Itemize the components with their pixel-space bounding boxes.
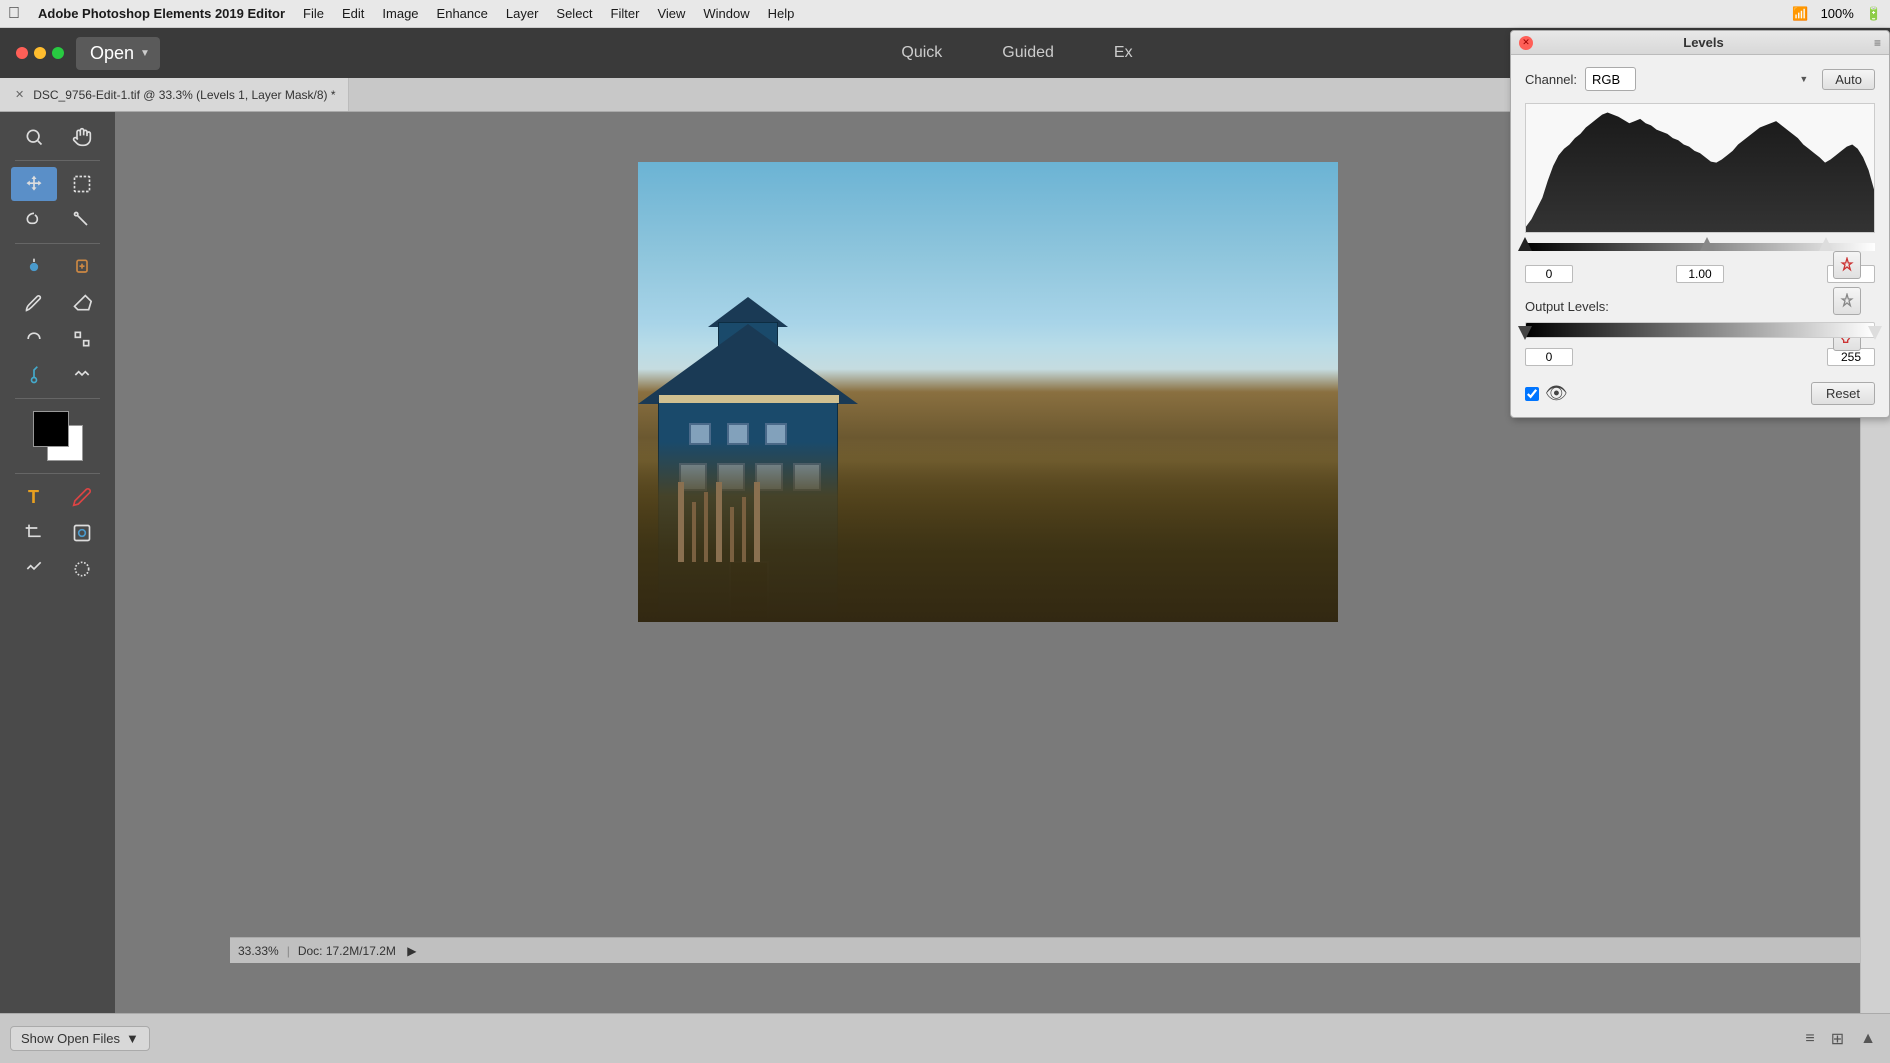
tab-filename: DSC_9756-Edit-1.tif @ 33.3% (Levels 1, L…	[33, 88, 335, 102]
status-arrow-btn[interactable]: ▶	[404, 943, 420, 959]
menu-item-image[interactable]: Image	[374, 4, 426, 23]
input-levels-slider[interactable]	[1525, 237, 1875, 257]
white-point-handle[interactable]	[1819, 237, 1833, 251]
panel-close-button[interactable]: ✕	[1519, 36, 1533, 50]
bottom-list-view-btn[interactable]: ≡	[1801, 1028, 1818, 1050]
panel-titlebar: ✕ Levels ≡	[1511, 31, 1889, 55]
show-open-files-label: Show Open Files	[21, 1031, 120, 1046]
marquee-tool[interactable]	[59, 167, 105, 201]
traffic-light-red[interactable]	[16, 47, 28, 59]
traffic-light-yellow[interactable]	[34, 47, 46, 59]
channel-select[interactable]: RGBRedGreenBlue	[1585, 67, 1636, 91]
menu-item-layer[interactable]: Layer	[498, 4, 547, 23]
preview-checkbox[interactable]	[1525, 387, 1539, 401]
move-tool[interactable]	[11, 167, 57, 201]
healing-tool[interactable]	[59, 250, 105, 284]
type-tool[interactable]: T	[11, 480, 57, 514]
status-separator: |	[287, 944, 290, 958]
battery-icon: 🔋	[1866, 6, 1882, 22]
cookie-cutter-tool[interactable]	[59, 516, 105, 550]
battery-indicator: 100%	[1821, 6, 1854, 21]
menu-item-app[interactable]: Adobe Photoshop Elements 2019 Editor	[30, 4, 293, 23]
output-white-handle[interactable]	[1868, 326, 1882, 340]
selection-brush-tool[interactable]	[59, 552, 105, 586]
output-black-handle[interactable]	[1518, 326, 1532, 340]
panel-bottom-row: 👁 Reset	[1525, 378, 1875, 405]
eye-icon[interactable]: 👁	[1545, 383, 1568, 404]
brush-tool[interactable]	[11, 286, 57, 320]
gray-eyedropper-button[interactable]	[1833, 287, 1861, 315]
bottom-grid-view-btn[interactable]: ⊞	[1827, 1027, 1848, 1051]
reset-button[interactable]: Reset	[1811, 382, 1875, 405]
menu-item-window[interactable]: Window	[695, 4, 757, 23]
mode-expert[interactable]: Ex	[1114, 40, 1133, 66]
eyedropper-tool[interactable]	[11, 358, 57, 392]
menu-item-filter[interactable]: Filter	[603, 4, 648, 23]
histogram	[1525, 103, 1875, 233]
bottom-expand-btn[interactable]: ▲	[1856, 1028, 1880, 1050]
eraser-tool[interactable]	[59, 286, 105, 320]
menu-item-view[interactable]: View	[649, 4, 693, 23]
foreground-color-swatch[interactable]	[33, 411, 69, 447]
doc-size: Doc: 17.2M/17.2M	[298, 944, 396, 958]
color-swatches	[4, 405, 111, 467]
hand-tool[interactable]	[59, 120, 105, 154]
menu-item-enhance[interactable]: Enhance	[429, 4, 496, 23]
pencil-tool[interactable]	[59, 480, 105, 514]
open-dropdown-arrow: ▼	[140, 48, 150, 59]
channel-label: Channel:	[1525, 72, 1577, 87]
output-black-field[interactable]	[1525, 348, 1573, 366]
mode-quick[interactable]: Quick	[901, 40, 942, 66]
lasso-tool[interactable]	[11, 203, 57, 237]
canvas-image	[638, 162, 1338, 622]
tab-close-btn[interactable]: ✕	[12, 87, 27, 102]
output-levels-label: Output Levels:	[1525, 299, 1609, 314]
panel-title: Levels	[1683, 35, 1723, 50]
menu-item-file[interactable]: File	[295, 4, 332, 23]
midpoint-input-field[interactable]	[1676, 265, 1724, 283]
zoom-tool[interactable]	[11, 120, 57, 154]
levels-panel: ✕ Levels ≡ Channel: RGBRedGreenBlue Auto	[1510, 30, 1890, 418]
zoom-level: 33.33%	[238, 944, 279, 958]
magic-wand-tool[interactable]	[59, 203, 105, 237]
left-toolbar: T	[0, 112, 115, 1013]
input-values-row	[1525, 265, 1875, 283]
output-label-row: Output Levels:	[1525, 299, 1875, 314]
bottom-panel: Show Open Files ▼ ≡ ⊞ ▲	[0, 1013, 1890, 1063]
apple-logo[interactable]: 	[8, 5, 20, 23]
black-input-field[interactable]	[1525, 265, 1573, 283]
crop-tool[interactable]	[11, 516, 57, 550]
channel-row: Channel: RGBRedGreenBlue Auto	[1525, 67, 1875, 91]
menu-item-edit[interactable]: Edit	[334, 4, 372, 23]
focus-tool[interactable]	[59, 322, 105, 356]
midpoint-handle[interactable]	[1700, 237, 1714, 251]
menu-item-select[interactable]: Select	[548, 4, 600, 23]
auto-button[interactable]: Auto	[1822, 69, 1875, 90]
traffic-light-green[interactable]	[52, 47, 64, 59]
panel-controls-icon[interactable]: ≡	[1874, 36, 1881, 50]
black-point-handle[interactable]	[1518, 237, 1532, 251]
file-tab[interactable]: ✕ DSC_9756-Edit-1.tif @ 33.3% (Levels 1,…	[0, 78, 349, 111]
status-bar: 33.33% | Doc: 17.2M/17.2M ▶	[230, 937, 1860, 963]
open-button[interactable]: Open ▼	[76, 37, 160, 70]
custom-shape-tool[interactable]	[59, 358, 105, 392]
output-levels-slider[interactable]	[1525, 320, 1875, 340]
recompose-tool[interactable]	[11, 552, 57, 586]
menu-bar:  Adobe Photoshop Elements 2019 Editor F…	[0, 0, 1890, 28]
show-open-files-button[interactable]: Show Open Files ▼	[10, 1026, 150, 1051]
show-open-files-dropdown-arrow: ▼	[126, 1031, 139, 1046]
menu-item-help[interactable]: Help	[760, 4, 803, 23]
mode-guided[interactable]: Guided	[1002, 40, 1054, 66]
smudge-tool[interactable]	[11, 322, 57, 356]
output-values-row	[1525, 348, 1875, 366]
enhance-tool[interactable]	[11, 250, 57, 284]
wifi-icon: 📶	[1792, 6, 1808, 22]
